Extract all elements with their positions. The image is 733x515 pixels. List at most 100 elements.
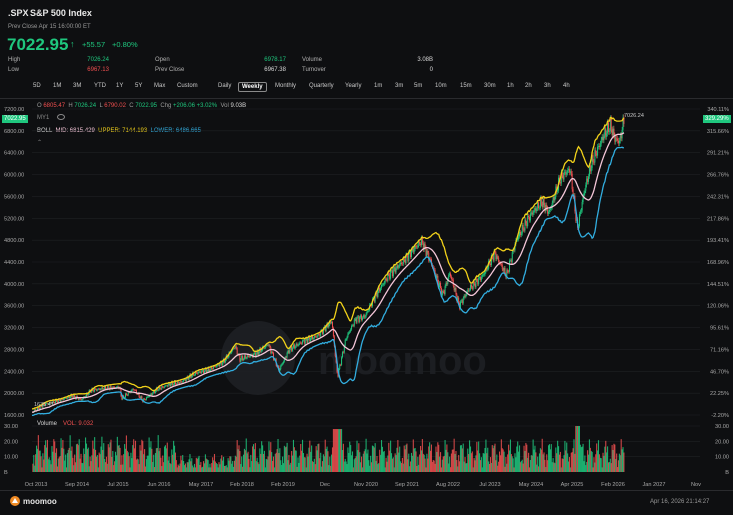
candle-body	[579, 211, 581, 215]
candle-body	[487, 268, 489, 270]
candle-body	[520, 233, 522, 236]
candle-body	[529, 213, 531, 221]
y-tick-label-right: 340.11%	[707, 107, 729, 113]
candle-body	[581, 202, 583, 211]
tab-5y[interactable]: 5Y	[132, 82, 145, 90]
candle-body	[400, 262, 402, 264]
y-tick-label-right: 120.06%	[707, 304, 729, 310]
volume-title: Volume	[37, 421, 58, 427]
candle-body	[476, 279, 478, 281]
candle-body	[389, 274, 391, 279]
candle-body	[239, 354, 241, 362]
candle-body	[248, 356, 250, 357]
tab-15m[interactable]: 15m	[457, 82, 475, 90]
y-tick-label-left: 6800.00	[4, 129, 24, 135]
candle-body	[442, 291, 444, 292]
tab-10m[interactable]: 10m	[432, 82, 450, 90]
candle-body	[310, 338, 312, 342]
tab-quarterly[interactable]: Quarterly	[306, 82, 337, 90]
candle-body	[100, 388, 102, 390]
candle-body	[303, 340, 305, 344]
price-chart[interactable]: moomoo 7200.00 6800.00 6400.00 6000.00 5600.…	[0, 100, 733, 500]
tab-1m[interactable]: 1m	[371, 82, 385, 90]
candle-body	[245, 358, 247, 359]
tab-daily[interactable]: Daily	[215, 82, 234, 90]
y-tick-label-left: 5600.00	[4, 194, 24, 200]
candle-body	[113, 387, 115, 388]
candle-body	[95, 388, 97, 390]
tab-2h[interactable]: 2h	[522, 82, 535, 90]
candle-body	[105, 386, 107, 390]
symbol: .SPX	[8, 8, 29, 18]
tab-5m[interactable]: 5m	[411, 82, 425, 90]
tab-1y[interactable]: 1Y	[113, 82, 126, 90]
tab-monthly[interactable]: Monthly	[272, 82, 299, 90]
candle-body	[613, 128, 615, 136]
candle-body	[351, 325, 353, 326]
candle-body	[347, 333, 349, 337]
candle-body	[80, 398, 82, 400]
y-tick-label-left: 7200.00	[4, 107, 24, 113]
tab-custom[interactable]: Custom	[174, 82, 201, 90]
candle-body	[169, 383, 171, 386]
prev-close-time: Prev Close Apr 15 16:00:00 ET	[8, 24, 91, 30]
x-tick-label: May 2024	[519, 482, 544, 488]
candle-body	[446, 282, 448, 285]
candle-body	[530, 212, 532, 214]
tab-max[interactable]: Max	[151, 82, 168, 90]
candle-body	[179, 381, 181, 384]
open-value: 6978.17	[264, 57, 286, 63]
tab-weekly[interactable]: Weekly	[238, 82, 267, 92]
candle-body	[353, 319, 355, 326]
candle-body	[69, 397, 71, 399]
candle-body	[315, 336, 317, 338]
tab-1m[interactable]: 1M	[50, 82, 64, 90]
candle-body	[479, 277, 481, 278]
candle-body	[66, 397, 68, 399]
tab-30m[interactable]: 30m	[481, 82, 499, 90]
candle-body	[401, 263, 403, 265]
tab-3m[interactable]: 3M	[70, 82, 84, 90]
candle-body	[280, 365, 282, 370]
candle-body	[314, 335, 316, 337]
y-axis-right: 340.11% 315.66% 291.21% 266.76% 242.31% 217.8…	[707, 107, 729, 419]
tab-3h[interactable]: 3h	[541, 82, 554, 90]
candle-body	[381, 284, 383, 286]
candle-body	[65, 397, 67, 399]
candle-body	[362, 315, 364, 318]
candle-body	[594, 150, 596, 163]
candle-body	[302, 340, 304, 344]
candle-body	[533, 210, 535, 213]
candle-body	[157, 390, 159, 391]
candle-body	[463, 295, 465, 299]
candle-body	[566, 172, 568, 175]
candle-body	[481, 275, 483, 277]
tab-4h[interactable]: 4h	[560, 82, 573, 90]
tab-1h[interactable]: 1h	[504, 82, 517, 90]
candle-body	[127, 392, 129, 396]
tab-ytd[interactable]: YTD	[91, 82, 109, 90]
candle-body	[203, 370, 205, 374]
candle-body	[241, 355, 243, 360]
volume-value: 3.08B	[417, 57, 433, 63]
tab-yearly[interactable]: Yearly	[342, 82, 364, 90]
candle-body	[480, 276, 482, 281]
candle-body	[532, 212, 534, 215]
tab-5d[interactable]: 5D	[30, 82, 44, 90]
candle-body	[97, 388, 99, 390]
candle-body	[165, 385, 167, 387]
candle-body	[242, 355, 244, 361]
tab-3m[interactable]: 3m	[392, 82, 406, 90]
candle-body	[593, 161, 595, 163]
candle-body	[284, 356, 286, 359]
candle-body	[612, 128, 614, 136]
turnover-label: Turnover	[302, 67, 326, 73]
y-tick-label-right: 266.76%	[707, 173, 729, 179]
candle-body	[209, 370, 211, 372]
header-divider	[0, 98, 733, 99]
candle-body	[393, 267, 395, 270]
candle-body	[570, 171, 572, 174]
candle-body	[297, 345, 299, 346]
candle-body	[294, 346, 296, 349]
x-tick-label: Dec	[320, 482, 330, 488]
